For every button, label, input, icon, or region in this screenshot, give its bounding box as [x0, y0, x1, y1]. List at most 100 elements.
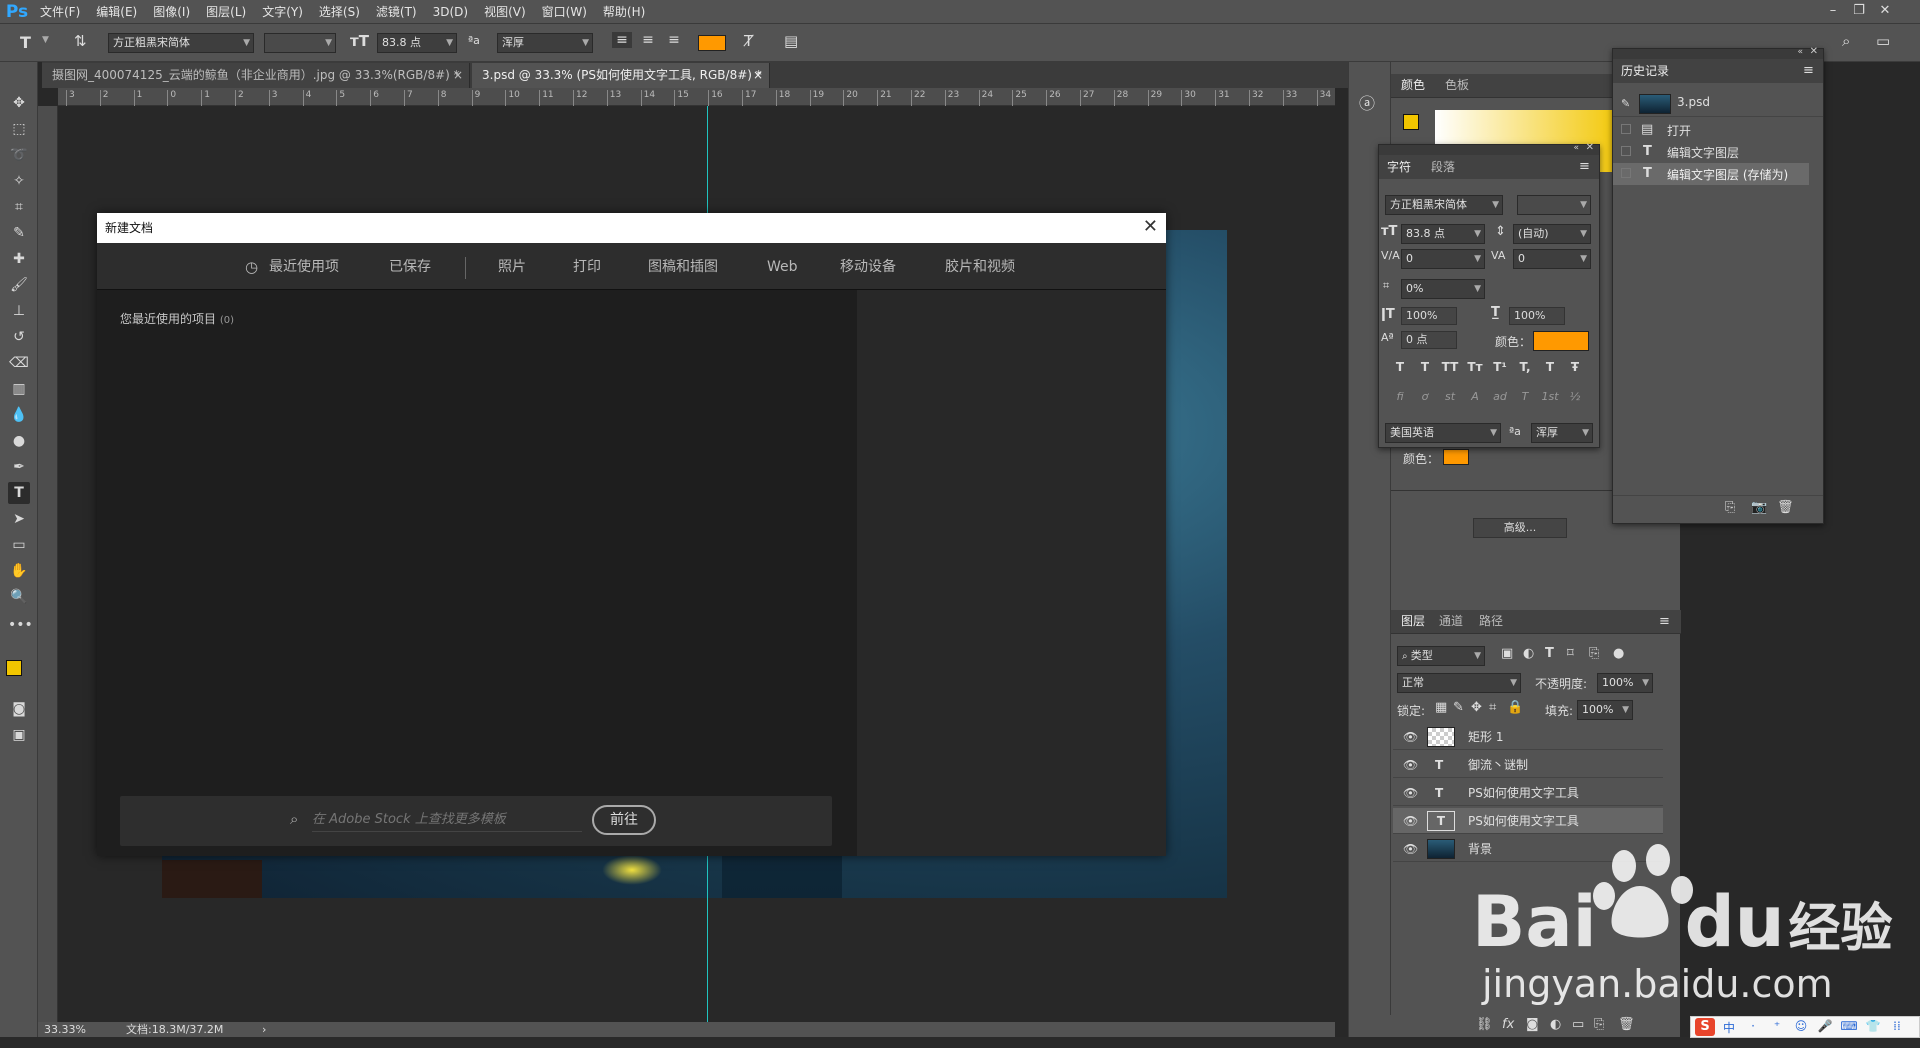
filter-type-icon[interactable]: T	[1545, 646, 1554, 661]
zoom-level[interactable]: 33.33%	[44, 1022, 86, 1037]
menu-filter[interactable]: 滤镜(T)	[368, 0, 425, 24]
close-tab-icon[interactable]: ×	[753, 63, 763, 87]
font-family-select[interactable]: 方正粗黑宋简体 ▼	[108, 33, 254, 53]
lock-pixels-icon[interactable]: ✎	[1453, 700, 1464, 715]
gradient-tool-icon[interactable]: ▥	[8, 378, 30, 400]
paragraph-color-swatch[interactable]	[1443, 449, 1469, 465]
marquee-tool-icon[interactable]: ⬚	[8, 118, 30, 140]
screen-mode-icon[interactable]: ▣	[8, 724, 30, 746]
eraser-icon[interactable]: ⌫	[8, 352, 30, 374]
history-brush-source-icon[interactable]: ✎	[1621, 97, 1630, 110]
char-tracking-input[interactable]: 0 ▼	[1513, 249, 1591, 269]
advanced-button[interactable]: 高级...	[1473, 518, 1567, 538]
layer-row-text-3[interactable]: 👁 T PS如何使用文字工具	[1393, 808, 1663, 834]
tab-paths[interactable]: 路径	[1479, 610, 1503, 632]
char-color-swatch[interactable]	[1533, 331, 1589, 351]
eye-icon[interactable]: 👁	[1403, 780, 1418, 806]
character-panel-icon[interactable]: ⓐ	[1359, 90, 1375, 114]
filter-smart-icon[interactable]: ⎘	[1589, 646, 1599, 661]
style-button[interactable]: T	[1414, 360, 1436, 374]
blend-mode-select[interactable]: 正常 ▼	[1397, 673, 1521, 693]
tab-photo[interactable]: 照片	[498, 257, 526, 277]
tray-icon[interactable]: ⁺	[1767, 1019, 1787, 1033]
menu-layer[interactable]: 图层(L)	[198, 0, 254, 24]
eye-icon[interactable]: 👁	[1403, 836, 1418, 862]
go-button[interactable]: 前往	[592, 805, 656, 835]
char-font-select[interactable]: 方正粗黑宋简体 ▼	[1385, 195, 1503, 215]
tab-film-video[interactable]: 胶片和视频	[945, 257, 1015, 277]
tray-icon[interactable]: ☺	[1791, 1019, 1811, 1033]
history-brush-icon[interactable]: ↺	[8, 326, 30, 348]
tab-mobile[interactable]: 移动设备	[840, 257, 896, 277]
close-icon[interactable]: ✕	[1586, 142, 1594, 153]
filter-pixel-icon[interactable]: ▣	[1501, 646, 1513, 661]
color-fg-swatch[interactable]	[1403, 114, 1419, 130]
new-document-icon[interactable]: ⎘	[1725, 500, 1735, 515]
opentype-button[interactable]: ơ	[1414, 390, 1436, 403]
char-style-select[interactable]: ▼	[1517, 195, 1591, 215]
lock-all-icon[interactable]: 🔒	[1507, 700, 1523, 715]
more-tools-icon[interactable]: •••	[8, 614, 33, 636]
lock-artboard-icon[interactable]: ⌗	[1489, 700, 1496, 715]
layer-row-text-1[interactable]: 👁 T 御流丶谜制	[1393, 752, 1663, 778]
menu-3d[interactable]: 3D(D)	[425, 0, 476, 24]
tray-icon[interactable]: ⌨	[1839, 1019, 1859, 1033]
opentype-button[interactable]: ad	[1489, 390, 1511, 403]
brush-tool-icon[interactable]: 🖌	[8, 274, 30, 296]
collapse-icon[interactable]: «	[1797, 47, 1803, 57]
blur-tool-icon[interactable]: 💧	[8, 404, 30, 426]
warp-text-icon[interactable]: Ⱦ	[744, 32, 753, 50]
opentype-button[interactable]: fi	[1389, 390, 1411, 403]
style-button[interactable]: TT	[1439, 360, 1461, 374]
zoom-tool-icon[interactable]: 🔍	[8, 586, 30, 608]
eye-icon[interactable]: 👁	[1403, 724, 1418, 750]
char-tsume-input[interactable]: 0% ▼	[1401, 279, 1485, 299]
restore-icon[interactable]: ❐	[1846, 2, 1872, 20]
layer-filter-select[interactable]: ⌕ 类型 ▼	[1397, 646, 1485, 666]
tray-icon[interactable]: ⁞⁞	[1887, 1019, 1907, 1033]
style-button[interactable]: Tт	[1464, 360, 1486, 374]
char-kerning-input[interactable]: 0 ▼	[1401, 249, 1485, 269]
tab-3-psd[interactable]: 3.psd @ 33.3% (PS如何使用文字工具, RGB/8#) * ×	[472, 63, 770, 88]
align-center-icon[interactable]: ≡	[638, 32, 658, 48]
close-window-icon[interactable]: ✕	[1872, 2, 1898, 20]
sogou-ime-icon[interactable]: S	[1695, 1018, 1715, 1036]
opentype-button[interactable]: ½	[1564, 390, 1586, 403]
style-button[interactable]: T	[1539, 360, 1561, 374]
toggle-panels-icon[interactable]: ▤	[784, 32, 798, 50]
style-button[interactable]: Ŧ	[1564, 360, 1586, 374]
filter-shape-icon[interactable]: ⌑	[1567, 646, 1574, 661]
tab-art-illustration[interactable]: 图稿和插图	[648, 257, 718, 277]
font-size-select[interactable]: 83.8 点 ▼	[377, 33, 457, 53]
workspace-icon[interactable]: ▭	[1876, 32, 1890, 50]
align-left-icon[interactable]: ≡	[612, 32, 632, 48]
lock-position-icon[interactable]: ✥	[1471, 700, 1482, 715]
pen-tool-icon[interactable]: ✒	[8, 456, 30, 478]
char-vscale-input[interactable]: 100%	[1401, 307, 1457, 325]
stock-search-input[interactable]	[312, 808, 582, 832]
tab-print[interactable]: 打印	[573, 257, 601, 277]
menu-help[interactable]: 帮助(H)	[595, 0, 653, 24]
close-icon[interactable]: ✕	[1143, 217, 1158, 237]
close-tab-icon[interactable]: ×	[453, 63, 463, 87]
style-button[interactable]: T	[1389, 360, 1411, 374]
move-tool-icon[interactable]: ✥	[8, 92, 30, 114]
camera-icon[interactable]: 📷	[1751, 500, 1767, 515]
style-button[interactable]: T,	[1514, 360, 1536, 374]
font-style-select[interactable]: ▼	[264, 33, 336, 53]
close-icon[interactable]: ✕	[1810, 46, 1818, 57]
language-select[interactable]: 美国英语 ▼	[1385, 423, 1501, 443]
layer-row-rect[interactable]: 👁 矩形 1	[1393, 724, 1663, 750]
eyedropper-icon[interactable]: ✎	[8, 222, 30, 244]
history-item[interactable]: T 编辑文字图层	[1613, 141, 1823, 163]
tab-recent[interactable]: 最近使用项	[269, 257, 339, 277]
opentype-button[interactable]: st	[1439, 390, 1461, 403]
trash-icon[interactable]: 🗑	[1777, 500, 1794, 515]
history-snapshot[interactable]: ✎ 3.psd	[1613, 91, 1823, 117]
align-right-icon[interactable]: ≡	[664, 32, 684, 48]
toggle-orientation-icon[interactable]: ⇅	[74, 32, 87, 50]
tab-channels[interactable]: 通道	[1439, 610, 1463, 632]
menu-select[interactable]: 选择(S)	[311, 0, 368, 24]
tab-saved[interactable]: 已保存	[389, 257, 431, 277]
panel-menu-icon[interactable]: ≡	[1659, 614, 1670, 629]
